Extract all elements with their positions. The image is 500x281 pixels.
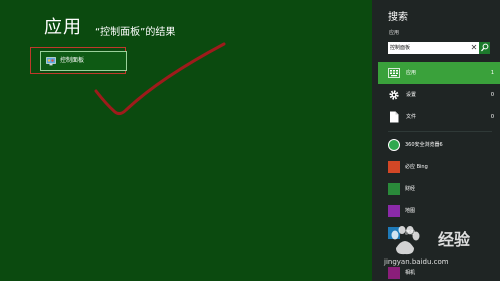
search-input[interactable] bbox=[388, 43, 469, 53]
pane-divider bbox=[388, 131, 492, 132]
watermark-brand: 经验 bbox=[438, 230, 471, 249]
clear-search-button[interactable]: ✕ bbox=[469, 43, 479, 53]
search-pane-title: 搜索 bbox=[388, 12, 408, 23]
search-box: ✕ bbox=[388, 42, 490, 54]
filter-settings-label: 设置 bbox=[406, 91, 417, 98]
baidu-watermark: 经验 jingyan.baidu.com bbox=[378, 226, 498, 276]
results-title: 应用 bbox=[44, 17, 82, 38]
bing-icon bbox=[388, 161, 400, 173]
filter-files-label: 文件 bbox=[406, 113, 417, 120]
search-scope-label[interactable]: 应用 bbox=[389, 30, 399, 37]
start-screen: 应用 “控制面板”的结果 控制面板 搜索 应用 ✕ bbox=[0, 0, 500, 281]
app-row-label: 必应 Bing bbox=[405, 163, 428, 170]
settings-gear-icon bbox=[387, 88, 401, 102]
finance-icon bbox=[388, 183, 400, 195]
annotation-checkmark bbox=[94, 42, 226, 116]
filter-settings-count: 0 bbox=[490, 91, 494, 98]
app-row-finance[interactable]: 财经 bbox=[378, 179, 500, 199]
filter-apps-label: 应用 bbox=[406, 69, 417, 76]
app-row-bing[interactable]: 必应 Bing bbox=[378, 157, 500, 177]
app-row-maps[interactable]: 地图 bbox=[378, 201, 500, 221]
app-row-label: 360安全浏览器6 bbox=[405, 141, 443, 148]
paw-logo-icon bbox=[391, 226, 420, 255]
filter-apps[interactable]: 应用 1 bbox=[378, 62, 500, 84]
file-icon bbox=[387, 110, 401, 124]
maps-icon bbox=[388, 205, 400, 217]
search-icon bbox=[481, 43, 489, 52]
browser-360-icon bbox=[388, 139, 400, 151]
results-area: 应用 “控制面板”的结果 控制面板 bbox=[0, 0, 372, 281]
filter-files[interactable]: 文件 0 bbox=[378, 106, 500, 128]
app-row-label: 地图 bbox=[405, 207, 416, 214]
control-panel-tile-label: 控制面板 bbox=[60, 57, 85, 64]
filter-apps-count: 1 bbox=[490, 69, 494, 76]
search-button[interactable] bbox=[479, 42, 490, 54]
control-panel-icon bbox=[46, 56, 56, 65]
filter-files-count: 0 bbox=[490, 113, 494, 120]
watermark-url: jingyan.baidu.com bbox=[384, 258, 449, 266]
filter-settings[interactable]: 设置 0 bbox=[378, 84, 500, 106]
app-row-label: 财经 bbox=[405, 185, 416, 192]
apps-icon bbox=[387, 66, 401, 80]
app-row-360-browser[interactable]: 360安全浏览器6 bbox=[378, 135, 500, 155]
